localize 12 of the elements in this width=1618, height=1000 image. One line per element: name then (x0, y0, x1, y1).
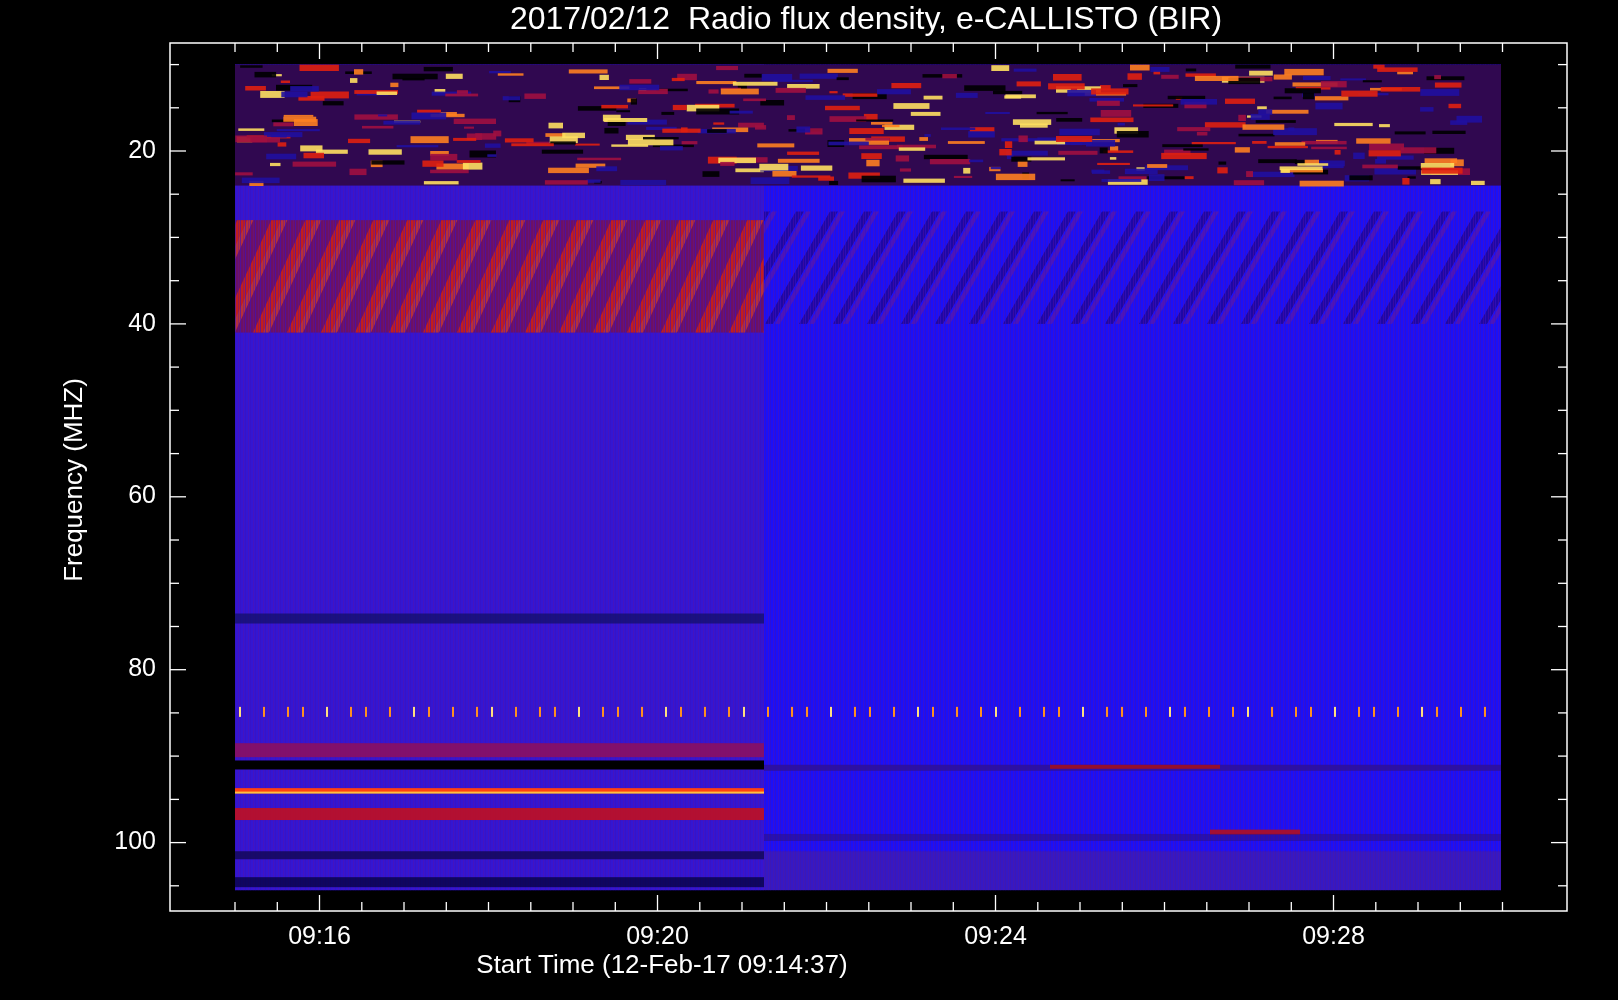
y-tick-label: 20 (128, 134, 156, 163)
x-tick-label: 09:20 (626, 920, 689, 949)
x-tick-label: 09:24 (964, 920, 1027, 949)
y-tick-label: 100 (114, 826, 156, 855)
x-tick-label: 09:28 (1302, 920, 1365, 949)
x-axis-label: Start Time (12-Feb-17 09:14:37) (476, 948, 848, 979)
chart-title: 2017/02/12 Radio flux density, e-CALLISTO (BIR) (509, 0, 1223, 37)
x-tick-label: 09:16 (288, 920, 351, 949)
y-tick-label: 60 (128, 480, 156, 509)
y-axis-label: Frequency (MHZ) (57, 378, 88, 582)
y-tick-label: 80 (128, 653, 156, 682)
y-tick-label: 40 (128, 307, 156, 336)
